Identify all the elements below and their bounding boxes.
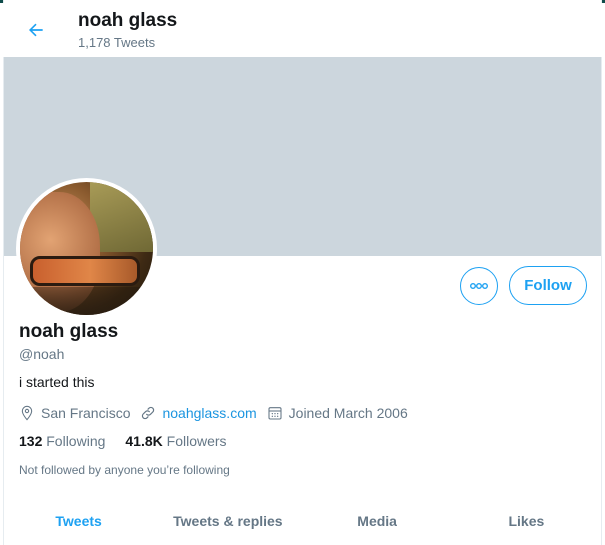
following-link[interactable]: 132 Following	[19, 433, 105, 449]
followers-link[interactable]: 41.8K Followers	[125, 433, 226, 449]
joined-item: Joined March 2006	[267, 405, 408, 421]
header-title: noah glass	[78, 10, 178, 31]
followers-label: Followers	[166, 433, 227, 449]
tab-likes[interactable]: Likes	[452, 500, 601, 545]
calendar-icon	[268, 407, 282, 420]
profile-handle: @noah	[19, 346, 65, 362]
profile-name: noah glass	[19, 321, 119, 342]
profile-tabs: Tweets Tweets & replies Media Likes	[4, 500, 601, 545]
profile-meta: San Francisco noahglass.com Joined March…	[19, 403, 418, 423]
more-dots-icon	[470, 283, 488, 289]
location-text: San Francisco	[41, 405, 131, 421]
website-item: noahglass.com	[140, 405, 257, 421]
avatar[interactable]	[16, 178, 157, 319]
profile-header-bar: noah glass 1,178 Tweets	[3, 3, 602, 57]
website-link[interactable]: noahglass.com	[162, 405, 256, 421]
location-pin-icon	[21, 405, 33, 421]
tweet-count: 1,178 Tweets	[78, 35, 156, 50]
profile-bio: i started this	[19, 374, 95, 390]
joined-text: Joined March 2006	[288, 405, 408, 421]
follow-counts: 132 Following 41.8K Followers	[19, 433, 247, 449]
location-item: San Francisco	[19, 405, 130, 421]
tab-tweets[interactable]: Tweets	[4, 500, 153, 545]
follow-context: Not followed by anyone you’re following	[19, 463, 230, 477]
tab-media[interactable]: Media	[303, 500, 452, 545]
link-icon	[142, 406, 155, 420]
follow-button[interactable]: Follow	[509, 266, 587, 305]
avatar-photo	[20, 182, 153, 315]
back-button[interactable]	[21, 15, 51, 45]
following-label: Following	[46, 433, 106, 449]
arrow-left-icon	[29, 23, 43, 37]
followers-count: 41.8K	[125, 433, 163, 449]
tab-tweets-replies[interactable]: Tweets & replies	[153, 500, 302, 545]
more-options-button[interactable]	[460, 267, 498, 305]
following-count: 132	[19, 433, 43, 449]
